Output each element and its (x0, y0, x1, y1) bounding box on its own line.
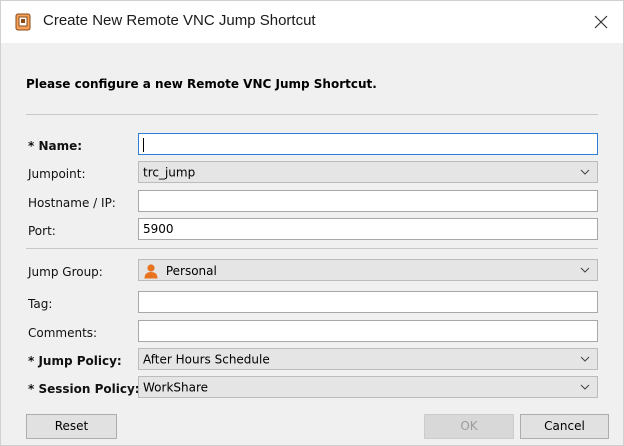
tag-input[interactable] (138, 291, 598, 313)
jumpoint-value: trc_jump (143, 165, 196, 180)
comments-input[interactable] (138, 320, 598, 342)
close-icon[interactable] (587, 9, 615, 35)
reset-button[interactable]: Reset (26, 414, 117, 439)
jumpoint-label: Jumpoint: (28, 167, 86, 181)
person-icon (143, 263, 159, 279)
divider (26, 248, 598, 249)
jump-policy-select[interactable]: After Hours Schedule (138, 348, 598, 370)
jump-policy-label: * Jump Policy: (28, 354, 122, 368)
name-input[interactable] (138, 133, 598, 155)
tag-label: Tag: (28, 297, 53, 311)
session-policy-value: WorkShare (143, 380, 209, 395)
session-policy-select[interactable]: WorkShare (138, 376, 598, 398)
form-heading: Please configure a new Remote VNC Jump S… (26, 77, 377, 91)
port-input[interactable]: 5900 (138, 218, 598, 240)
jumpoint-select[interactable]: trc_jump (138, 161, 598, 183)
divider (26, 114, 598, 115)
port-value: 5900 (143, 222, 174, 236)
chevron-down-icon (578, 165, 592, 179)
jump-group-value: Personal (165, 264, 217, 278)
chevron-down-icon (578, 352, 592, 366)
title-bar: Create New Remote VNC Jump Shortcut (1, 1, 623, 43)
jump-group-label: Jump Group: (28, 265, 103, 279)
form-panel: Please configure a new Remote VNC Jump S… (1, 43, 623, 445)
port-label: Port: (28, 224, 56, 238)
chevron-down-icon (578, 263, 592, 277)
hostname-input[interactable] (138, 190, 598, 212)
jump-policy-value: After Hours Schedule (143, 352, 270, 367)
name-label: * Name: (28, 139, 83, 153)
window-title: Create New Remote VNC Jump Shortcut (43, 12, 316, 29)
dialog-window: Create New Remote VNC Jump Shortcut Plea… (0, 0, 624, 446)
hostname-label: Hostname / IP: (28, 196, 116, 210)
chevron-down-icon (578, 380, 592, 394)
vnc-shortcut-icon (15, 13, 31, 31)
cancel-button[interactable]: Cancel (520, 414, 609, 439)
comments-label: Comments: (28, 326, 98, 340)
jump-group-select[interactable]: Personal (138, 259, 598, 281)
session-policy-label: * Session Policy: (28, 382, 140, 396)
text-caret (143, 137, 144, 152)
ok-button[interactable]: OK (424, 414, 514, 439)
